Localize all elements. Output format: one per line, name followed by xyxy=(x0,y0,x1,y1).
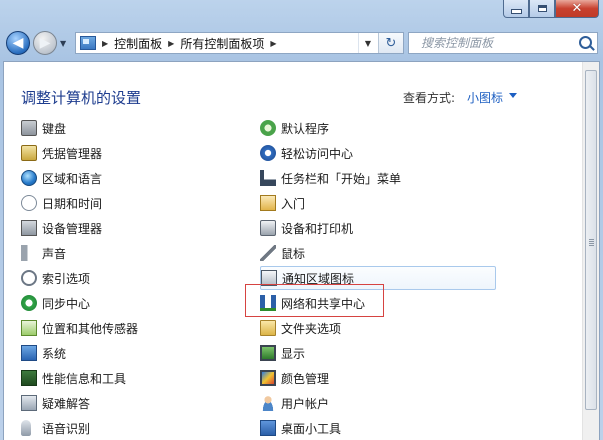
list-item-troubleshooting[interactable]: 疑难解答 xyxy=(21,392,90,414)
list-item-desktop-gadgets[interactable]: 桌面小工具 xyxy=(260,417,341,439)
date-time-icon xyxy=(21,195,37,211)
list-item-region-language[interactable]: 区域和语言 xyxy=(21,167,102,189)
network-sharing-icon xyxy=(260,295,276,311)
breadcrumb-control-panel[interactable]: 控制面板 xyxy=(114,35,162,52)
taskbar-start-menu-icon xyxy=(260,170,276,186)
list-item-color-management[interactable]: 颜色管理 xyxy=(260,367,329,389)
mouse-icon xyxy=(260,245,276,261)
minimize-icon xyxy=(510,9,522,14)
search-icon[interactable] xyxy=(579,36,592,49)
list-item-date-time[interactable]: 日期和时间 xyxy=(21,192,102,214)
troubleshooting-icon xyxy=(21,395,37,411)
devices-printers-icon xyxy=(260,220,276,236)
credential-manager-icon xyxy=(21,145,37,161)
list-item-keyboard[interactable]: 键盘 xyxy=(21,117,66,139)
forward-arrow-icon: ▶ xyxy=(39,35,51,51)
content-pane: 调整计算机的设置 查看方式: 小图标 键盘 凭据管理器 区域和语言 日期和时间 xyxy=(3,61,600,440)
list-item-credential-manager[interactable]: 凭据管理器 xyxy=(21,142,102,164)
control-panel-items: 键盘 凭据管理器 区域和语言 日期和时间 设备管理器 声音 索引选项 同步中心 … xyxy=(4,62,599,440)
refresh-button[interactable]: ↻ xyxy=(378,33,403,53)
system-icon xyxy=(21,345,37,361)
desktop-gadgets-icon xyxy=(260,420,276,436)
list-item-device-manager[interactable]: 设备管理器 xyxy=(21,217,102,239)
back-arrow-icon: ◀ xyxy=(12,35,24,51)
breadcrumb: ▶ 控制面板 ▶ 所有控制面板项 ▶ xyxy=(96,35,283,52)
list-item-network-sharing[interactable]: 网络和共享中心 xyxy=(260,292,365,314)
maximize-button[interactable] xyxy=(529,0,555,18)
close-icon: ✕ xyxy=(571,1,583,16)
address-dropdown-icon[interactable]: ▼ xyxy=(358,33,377,53)
window-frame: ✕ ◀ ▶ ▼ ▶ 控制面板 ▶ 所有控制面板项 ▶ ▼ ↻ 调整计算机的设置 … xyxy=(0,0,603,440)
speech-recognition-icon xyxy=(21,420,31,436)
performance-icon xyxy=(21,370,37,386)
location-sensors-icon xyxy=(21,320,37,336)
color-management-icon xyxy=(260,370,276,386)
device-manager-icon xyxy=(21,220,37,236)
list-item-default-programs[interactable]: 默认程序 xyxy=(260,117,329,139)
list-item-sync-center[interactable]: 同步中心 xyxy=(21,292,90,314)
search-input[interactable] xyxy=(419,35,583,51)
list-item-performance[interactable]: 性能信息和工具 xyxy=(21,367,126,389)
breadcrumb-all-items[interactable]: 所有控制面板项 xyxy=(180,35,264,52)
ease-of-access-icon xyxy=(260,145,276,161)
list-item-user-accounts[interactable]: 用户帐户 xyxy=(260,392,329,414)
breadcrumb-chevron-icon[interactable]: ▶ xyxy=(270,39,276,48)
region-language-icon xyxy=(21,170,37,186)
control-panel-icon xyxy=(80,36,96,50)
sync-center-icon xyxy=(21,295,37,311)
user-accounts-icon xyxy=(260,395,276,411)
vertical-scrollbar[interactable] xyxy=(582,62,599,440)
indexing-options-icon xyxy=(21,270,37,286)
window-controls: ✕ xyxy=(503,0,599,18)
list-item-speech-recognition[interactable]: 语音识别 xyxy=(21,417,90,439)
list-item-indexing-options[interactable]: 索引选项 xyxy=(21,267,90,289)
keyboard-icon xyxy=(21,120,37,136)
notification-area-icon xyxy=(261,270,277,286)
sound-icon xyxy=(21,245,37,261)
forward-button[interactable]: ▶ xyxy=(33,31,57,55)
list-item-getting-started[interactable]: 入门 xyxy=(260,192,305,214)
close-button[interactable]: ✕ xyxy=(555,0,599,18)
list-item-folder-options[interactable]: 文件夹选项 xyxy=(260,317,341,339)
search-box xyxy=(408,32,598,54)
back-button[interactable]: ◀ xyxy=(6,31,30,55)
list-item-taskbar-start-menu[interactable]: 任务栏和「开始」菜单 xyxy=(260,167,401,189)
display-icon xyxy=(260,345,276,361)
address-bar[interactable]: ▶ 控制面板 ▶ 所有控制面板项 ▶ ▼ ↻ xyxy=(75,32,404,54)
list-item-system[interactable]: 系统 xyxy=(21,342,66,364)
list-item-notification-area[interactable]: 通知区域图标 xyxy=(260,266,496,290)
default-programs-icon xyxy=(260,120,276,136)
list-item-display[interactable]: 显示 xyxy=(260,342,305,364)
list-item-devices-printers[interactable]: 设备和打印机 xyxy=(260,217,353,239)
getting-started-icon xyxy=(260,195,276,211)
breadcrumb-chevron-icon[interactable]: ▶ xyxy=(168,39,174,48)
navigation-bar: ◀ ▶ ▼ ▶ 控制面板 ▶ 所有控制面板项 ▶ ▼ ↻ xyxy=(0,26,603,60)
list-item-sound[interactable]: 声音 xyxy=(21,242,66,264)
scrollbar-thumb[interactable] xyxy=(585,70,597,410)
recent-pages-dropdown-icon[interactable]: ▼ xyxy=(60,39,66,48)
list-item-mouse[interactable]: 鼠标 xyxy=(260,242,305,264)
breadcrumb-chevron-icon[interactable]: ▶ xyxy=(102,39,108,48)
list-item-location-sensors[interactable]: 位置和其他传感器 xyxy=(21,317,138,339)
maximize-icon xyxy=(537,5,547,12)
folder-options-icon xyxy=(260,320,276,336)
scrollbar-grip-icon xyxy=(589,239,594,240)
minimize-button[interactable] xyxy=(503,0,529,18)
refresh-icon: ↻ xyxy=(385,35,397,51)
list-item-ease-of-access[interactable]: 轻松访问中心 xyxy=(260,142,353,164)
